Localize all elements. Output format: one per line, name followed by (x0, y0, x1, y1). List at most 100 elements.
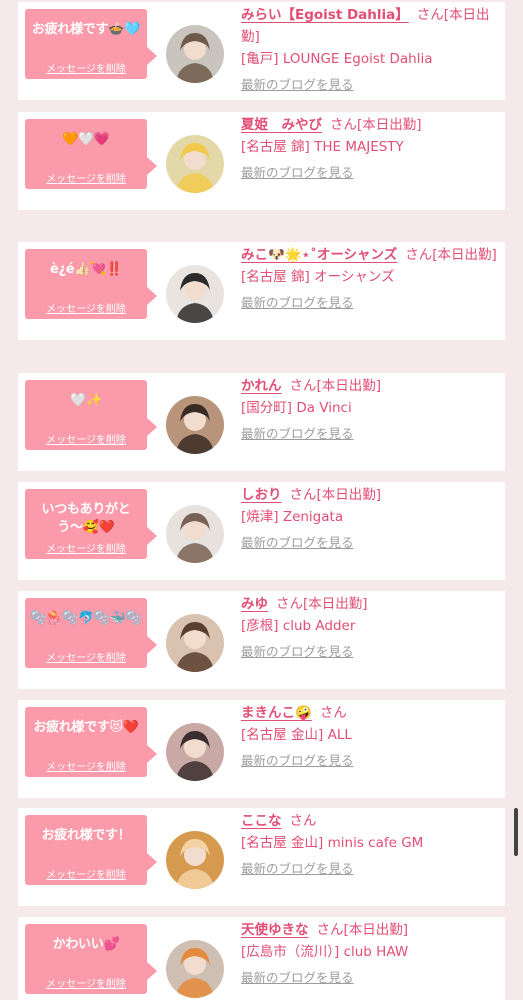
cast-status: さん[本日出勤] (276, 596, 368, 612)
avatar[interactable] (166, 831, 224, 889)
avatar[interactable] (166, 505, 224, 563)
latest-blog-link[interactable]: 最新のブログを見る (241, 292, 354, 311)
avatar[interactable] (166, 25, 224, 83)
store-name: [名古屋 金山] ALL (241, 727, 352, 743)
name-line: 天使ゆきな さん[本日出勤] (241, 919, 499, 941)
message-bubble: 🤍✨ メッセージを削除 (25, 380, 157, 450)
cast-info: みこ🐶🌟⋆˚オーシャンズ さん[本日出勤] [名古屋 錦] オーシャンズ 最新のブ… (241, 244, 499, 311)
avatar-photo (166, 25, 224, 83)
delete-message-link[interactable]: メッセージを削除 (25, 758, 147, 773)
delete-message-link[interactable]: メッセージを削除 (25, 540, 147, 555)
avatar-photo (166, 396, 224, 454)
name-line: みらい【Egoist Dahlia】 さん[本日出勤] (241, 4, 499, 48)
cast-name-link[interactable]: みゆ (241, 596, 268, 612)
delete-message-link[interactable]: メッセージを削除 (25, 975, 147, 990)
cast-name-link[interactable]: 夏姫 みやび (241, 117, 322, 133)
message-card: お疲れ様です😻❤️ メッセージを削除 まきんこ🤪 さん [名古屋 金山] ALL … (18, 700, 505, 798)
delete-message-link[interactable]: メッセージを削除 (25, 431, 147, 446)
cast-status: さん[本日出勤] (289, 378, 382, 394)
delete-message-link[interactable]: メッセージを削除 (25, 866, 147, 881)
cast-info: しおり さん[本日出勤] [焼津] Zenigata 最新のブログを見る (241, 484, 499, 551)
message-card: è¿é👍🏻💘‼️ メッセージを削除 みこ🐶🌟⋆˚オーシャンズ さん[本日出勤] [… (18, 242, 505, 340)
store-name: [焼津] Zenigata (241, 509, 344, 525)
message-card: 🧡🤍💗 メッセージを削除 夏姫 みやび さん[本日出勤] [名古屋 錦] THE … (18, 112, 505, 210)
latest-blog-link[interactable]: 最新のブログを見る (241, 532, 354, 551)
cast-status: さん[本日出勤] (316, 922, 409, 938)
message-bubble: 🧡🤍💗 メッセージを削除 (25, 119, 157, 189)
message-bubble: お疲れ様です😻❤️ メッセージを削除 (25, 707, 157, 777)
latest-blog-link[interactable]: 最新のブログを見る (241, 750, 354, 769)
cast-name-link[interactable]: しおり (241, 487, 282, 503)
message-card: お疲れ様です！ メッセージを削除 ここな さん [名古屋 金山] minis ca… (18, 808, 505, 906)
message-bubble: いつもありがとう〜🥰❤️ メッセージを削除 (25, 489, 157, 559)
avatar[interactable] (166, 396, 224, 454)
delete-message-link[interactable]: メッセージを削除 (25, 60, 147, 75)
avatar[interactable] (166, 614, 224, 672)
cast-name-link[interactable]: かれん (241, 378, 282, 394)
message-bubble: お疲れ様です🍲🩵 メッセージを削除 (25, 9, 157, 79)
cast-status: さん (319, 705, 347, 721)
avatar[interactable] (166, 723, 224, 781)
store-name: [名古屋 錦] オーシャンズ (241, 269, 395, 285)
store-name: [広島市（流川）] club HAW (241, 944, 409, 960)
store-name: [名古屋 錦] THE MAJESTY (241, 139, 404, 155)
scrollbar[interactable] (514, 808, 518, 856)
name-line: まきんこ🤪 さん (241, 702, 499, 724)
name-line: みこ🐶🌟⋆˚オーシャンズ さん[本日出勤] (241, 244, 499, 266)
avatar-photo (166, 614, 224, 672)
avatar-photo (166, 831, 224, 889)
message-card: いつもありがとう〜🥰❤️ メッセージを削除 しおり さん[本日出勤] [焼津] Z… (18, 482, 505, 580)
delete-message-link[interactable]: メッセージを削除 (25, 170, 147, 185)
avatar[interactable] (166, 135, 224, 193)
message-bubble: お疲れ様です！ メッセージを削除 (25, 815, 157, 885)
avatar[interactable] (166, 940, 224, 998)
message-text: お疲れ様です🍲🩵 (32, 22, 140, 37)
message-text: 🫧🪼🫧🐬🫧🐳🫧 (30, 611, 142, 626)
message-list: お疲れ様です🍲🩵 メッセージを削除 みらい【Egoist Dahlia】 さん[本… (0, 0, 523, 1000)
message-bubble: かわいい💕 メッセージを削除 (25, 924, 157, 994)
cast-info: かれん さん[本日出勤] [国分町] Da Vinci 最新のブログを見る (241, 375, 499, 442)
message-text: お疲れ様です😻❤️ (33, 720, 139, 735)
store-name: [国分町] Da Vinci (241, 400, 352, 416)
message-text: お疲れ様です！ (41, 828, 131, 843)
message-bubble: 🫧🪼🫧🐬🫧🐳🫧 メッセージを削除 (25, 598, 157, 668)
cast-name-link[interactable]: みこ🐶🌟⋆˚オーシャンズ (241, 247, 397, 263)
message-text: かわいい💕 (52, 937, 120, 952)
cast-name-link[interactable]: ここな (241, 813, 282, 829)
cast-status: さん[本日出勤] (330, 117, 422, 133)
name-line: 夏姫 みやび さん[本日出勤] (241, 114, 499, 136)
cast-status: さん[本日出勤] (405, 247, 497, 263)
name-line: ここな さん (241, 810, 499, 832)
message-card: お疲れ様です🍲🩵 メッセージを削除 みらい【Egoist Dahlia】 さん[本… (18, 2, 505, 100)
store-name: [彦根] club Adder (241, 618, 356, 634)
latest-blog-link[interactable]: 最新のブログを見る (241, 858, 354, 877)
cast-name-link[interactable]: まきんこ🤪 (241, 705, 312, 721)
cast-info: みゆ さん[本日出勤] [彦根] club Adder 最新のブログを見る (241, 593, 499, 660)
delete-message-link[interactable]: メッセージを削除 (25, 300, 147, 315)
name-line: みゆ さん[本日出勤] (241, 593, 499, 615)
cast-info: ここな さん [名古屋 金山] minis cafe GM 最新のブログを見る (241, 810, 499, 877)
message-text: いつもありがとう〜🥰❤️ (41, 502, 131, 535)
latest-blog-link[interactable]: 最新のブログを見る (241, 423, 354, 442)
delete-message-link[interactable]: メッセージを削除 (25, 649, 147, 664)
latest-blog-link[interactable]: 最新のブログを見る (241, 967, 354, 986)
cast-status: さん (289, 813, 317, 829)
cast-name-link[interactable]: 天使ゆきな (241, 922, 309, 938)
cast-name-link[interactable]: みらい【Egoist Dahlia】 (241, 7, 409, 23)
message-text: è¿é👍🏻💘‼️ (50, 262, 122, 277)
message-card: かわいい💕 メッセージを削除 天使ゆきな さん[本日出勤] [広島市（流川）] c… (18, 917, 505, 1000)
message-card: 🫧🪼🫧🐬🫧🐳🫧 メッセージを削除 みゆ さん[本日出勤] [彦根] club Ad… (18, 591, 505, 689)
cast-info: 天使ゆきな さん[本日出勤] [広島市（流川）] club HAW 最新のブログを… (241, 919, 499, 986)
avatar-photo (166, 135, 224, 193)
cast-info: まきんこ🤪 さん [名古屋 金山] ALL 最新のブログを見る (241, 702, 499, 769)
name-line: しおり さん[本日出勤] (241, 484, 499, 506)
message-text: 🧡🤍💗 (62, 132, 110, 147)
message-bubble: è¿é👍🏻💘‼️ メッセージを削除 (25, 249, 157, 319)
latest-blog-link[interactable]: 最新のブログを見る (241, 162, 354, 181)
cast-info: みらい【Egoist Dahlia】 さん[本日出勤] [亀戸] LOUNGE E… (241, 4, 499, 93)
message-text: 🤍✨ (70, 393, 102, 408)
avatar[interactable] (166, 265, 224, 323)
latest-blog-link[interactable]: 最新のブログを見る (241, 74, 354, 93)
latest-blog-link[interactable]: 最新のブログを見る (241, 641, 354, 660)
avatar-photo (166, 505, 224, 563)
